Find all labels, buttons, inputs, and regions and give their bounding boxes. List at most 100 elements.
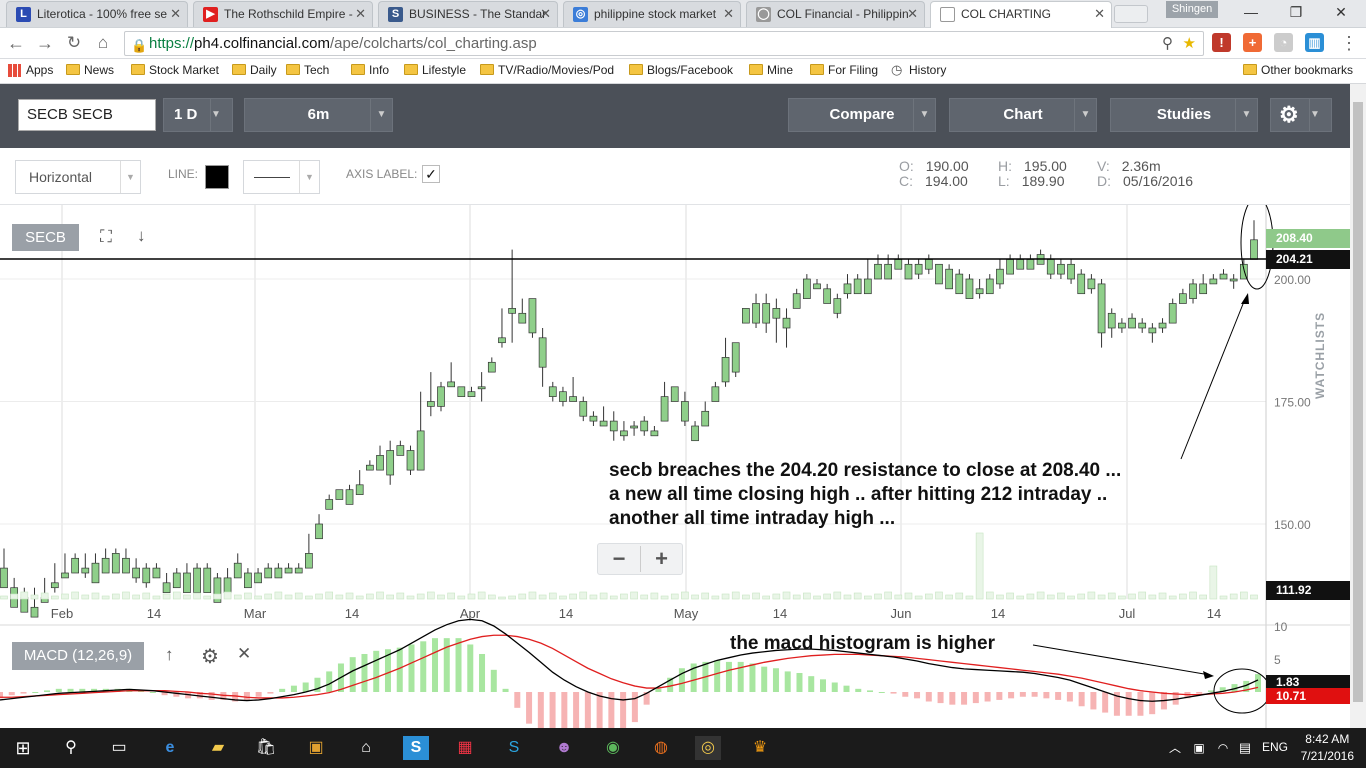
close-tab-icon[interactable]: ✕ bbox=[723, 2, 734, 26]
zoom-in-button[interactable]: + bbox=[640, 546, 682, 572]
minimize-icon[interactable]: — bbox=[1241, 4, 1261, 20]
extension-icon[interactable]: + bbox=[1243, 33, 1262, 52]
volume-bar bbox=[101, 595, 110, 600]
zoom-out-button[interactable]: − bbox=[598, 546, 640, 572]
gear-icon[interactable]: ⚙ bbox=[201, 644, 219, 669]
skype-icon[interactable]: S bbox=[501, 736, 527, 760]
axis-label-checkbox[interactable]: ✓ bbox=[422, 165, 440, 183]
arrow-down-icon[interactable]: ↓ bbox=[137, 226, 146, 246]
firefox-icon[interactable]: ◍ bbox=[648, 736, 674, 760]
symbol-input[interactable]: SECB SECB bbox=[18, 99, 156, 131]
browser-tab[interactable]: L Literotica - 100% free se ✕ bbox=[6, 1, 188, 27]
task-view-icon[interactable]: ▭ bbox=[106, 736, 132, 760]
bookmark-item[interactable]: Blogs/Facebook bbox=[629, 63, 733, 77]
back-icon[interactable]: ← bbox=[4, 33, 28, 54]
tray-icon[interactable]: ▣ bbox=[1186, 736, 1212, 760]
candle-body bbox=[1087, 278, 1096, 290]
app-icon[interactable]: ◉ bbox=[600, 736, 626, 760]
bookmark-item[interactable]: ◷ History bbox=[891, 62, 946, 77]
macd-panel-label[interactable]: MACD (12,26,9) bbox=[12, 642, 144, 670]
macd-histogram-bar bbox=[302, 682, 309, 692]
volume-bar bbox=[914, 595, 923, 600]
app-icon[interactable]: ☻ bbox=[551, 736, 577, 760]
chart-type-button[interactable]: Chart ▼ bbox=[949, 98, 1097, 132]
close-icon[interactable]: ✕ bbox=[237, 644, 251, 664]
chrome-icon[interactable]: ◎ bbox=[695, 736, 721, 760]
bookmark-item[interactable]: News bbox=[66, 63, 114, 77]
page-scrollbar[interactable] bbox=[1350, 84, 1366, 728]
extension-icon[interactable]: ! bbox=[1212, 33, 1231, 52]
bookmark-item[interactable]: Tech bbox=[286, 63, 329, 77]
bookmark-item[interactable]: TV/Radio/Movies/Pod bbox=[480, 63, 614, 77]
volume-bar bbox=[376, 591, 384, 600]
watchlists-tab[interactable]: WATCHLISTS bbox=[1313, 305, 1349, 405]
profile-button[interactable]: Shingen bbox=[1166, 1, 1218, 18]
bookmark-item[interactable]: Stock Market bbox=[131, 63, 219, 77]
reload-icon[interactable]: ↻ bbox=[62, 33, 86, 53]
bookmark-item[interactable]: Mine bbox=[749, 63, 793, 77]
extension-icon[interactable]: ▥ bbox=[1305, 33, 1324, 52]
studies-button[interactable]: Studies ▼ bbox=[1110, 98, 1258, 132]
forward-icon[interactable]: → bbox=[33, 33, 57, 54]
maximize-icon[interactable]: ❐ bbox=[1286, 4, 1306, 21]
browser-tab[interactable]: S BUSINESS - The Standar ✕ bbox=[378, 1, 558, 27]
symbol-panel-label[interactable]: SECB bbox=[12, 224, 79, 251]
compare-button[interactable]: Compare ▼ bbox=[788, 98, 936, 132]
close-tab-icon[interactable]: ✕ bbox=[355, 2, 366, 26]
close-tab-icon[interactable]: ✕ bbox=[170, 2, 181, 26]
expand-icon[interactable]: ⛶ bbox=[100, 227, 112, 247]
new-tab-button[interactable] bbox=[1114, 5, 1148, 23]
scrollbar-thumb[interactable] bbox=[1353, 102, 1363, 702]
interval-select[interactable]: 1 D ▼ bbox=[163, 98, 233, 132]
close-tab-icon[interactable]: ✕ bbox=[907, 2, 918, 26]
chart-area[interactable]: 200.00 175.00 150.00 Feb 14 Mar 14 Apr 14 May 14 Ju… bbox=[0, 205, 1350, 728]
bookmark-item[interactable]: Lifestyle bbox=[404, 63, 466, 77]
volume-bar bbox=[30, 594, 39, 600]
bookmark-item[interactable]: Info bbox=[351, 63, 389, 77]
open-value: 190.00 bbox=[925, 158, 969, 174]
browser-tab[interactable]: ◯ COL Financial - Philippin ✕ bbox=[746, 1, 925, 27]
tray-chevron-icon[interactable]: ︿ bbox=[1162, 736, 1188, 760]
clock[interactable]: 8:42 AM 7/21/2016 bbox=[1301, 731, 1354, 765]
settings-button[interactable]: ⚙ ▼ bbox=[1270, 98, 1332, 132]
app-icon[interactable]: S bbox=[403, 736, 429, 760]
notification-icon[interactable]: ▤ bbox=[1232, 736, 1258, 760]
extension-icon[interactable]: ◔ bbox=[1274, 33, 1293, 52]
edge-icon[interactable]: e bbox=[157, 736, 183, 760]
home-icon[interactable]: ⌂ bbox=[91, 33, 115, 53]
store-icon[interactable]: 🛍 bbox=[253, 736, 279, 760]
url-input[interactable]: 🔒 https://ph4.colfinancial.com/ape/colcha… bbox=[124, 31, 1204, 56]
other-bookmarks[interactable]: Other bookmarks bbox=[1243, 63, 1353, 77]
search-icon[interactable]: ⚲ bbox=[58, 736, 84, 760]
browser-tab[interactable]: ◎ philippine stock market ✕ bbox=[563, 1, 741, 27]
candle-body bbox=[376, 455, 384, 471]
price-axis-tick: 150.00 bbox=[1274, 518, 1311, 532]
app-icon[interactable]: ▦ bbox=[452, 736, 478, 760]
close-tab-icon[interactable]: ✕ bbox=[540, 2, 551, 26]
bookmark-item[interactable]: Apps bbox=[8, 63, 53, 77]
browser-tab[interactable]: ▶ The Rothschild Empire - ✕ bbox=[193, 1, 373, 27]
browser-tab[interactable]: COL CHARTING ✕ bbox=[930, 1, 1112, 28]
zoom-icon[interactable]: ⚲ bbox=[1162, 32, 1173, 55]
home-app-icon[interactable]: ⌂ bbox=[353, 736, 379, 760]
volume-bar bbox=[538, 594, 547, 600]
file-explorer-icon[interactable]: ▰ bbox=[205, 736, 231, 760]
windows-start-icon[interactable]: ⊞ bbox=[10, 736, 36, 760]
bookmark-item[interactable]: Daily bbox=[232, 63, 277, 77]
bookmark-item[interactable]: For Filing bbox=[810, 63, 878, 77]
line-style-preview bbox=[254, 177, 290, 178]
drawing-tool-select[interactable]: Horizontal ▼ bbox=[15, 160, 141, 194]
close-window-icon[interactable]: ✕ bbox=[1331, 4, 1351, 21]
arrow-up-icon[interactable]: ↑ bbox=[165, 645, 174, 665]
macd-histogram-bar bbox=[8, 692, 15, 696]
app-icon[interactable]: ♛ bbox=[747, 736, 773, 760]
close-tab-icon[interactable]: ✕ bbox=[1094, 2, 1105, 26]
bookmark-star-icon[interactable]: ★ bbox=[1183, 32, 1196, 55]
language-indicator[interactable]: ENG bbox=[1262, 740, 1288, 754]
app-icon[interactable]: ▣ bbox=[303, 736, 329, 760]
line-style-select[interactable]: ▼ bbox=[243, 160, 320, 194]
range-select[interactable]: 6m ▼ bbox=[244, 98, 393, 132]
line-color-swatch[interactable] bbox=[205, 165, 229, 189]
macd-histogram-bar bbox=[1207, 690, 1214, 692]
menu-icon[interactable]: ⋮ bbox=[1337, 33, 1361, 54]
